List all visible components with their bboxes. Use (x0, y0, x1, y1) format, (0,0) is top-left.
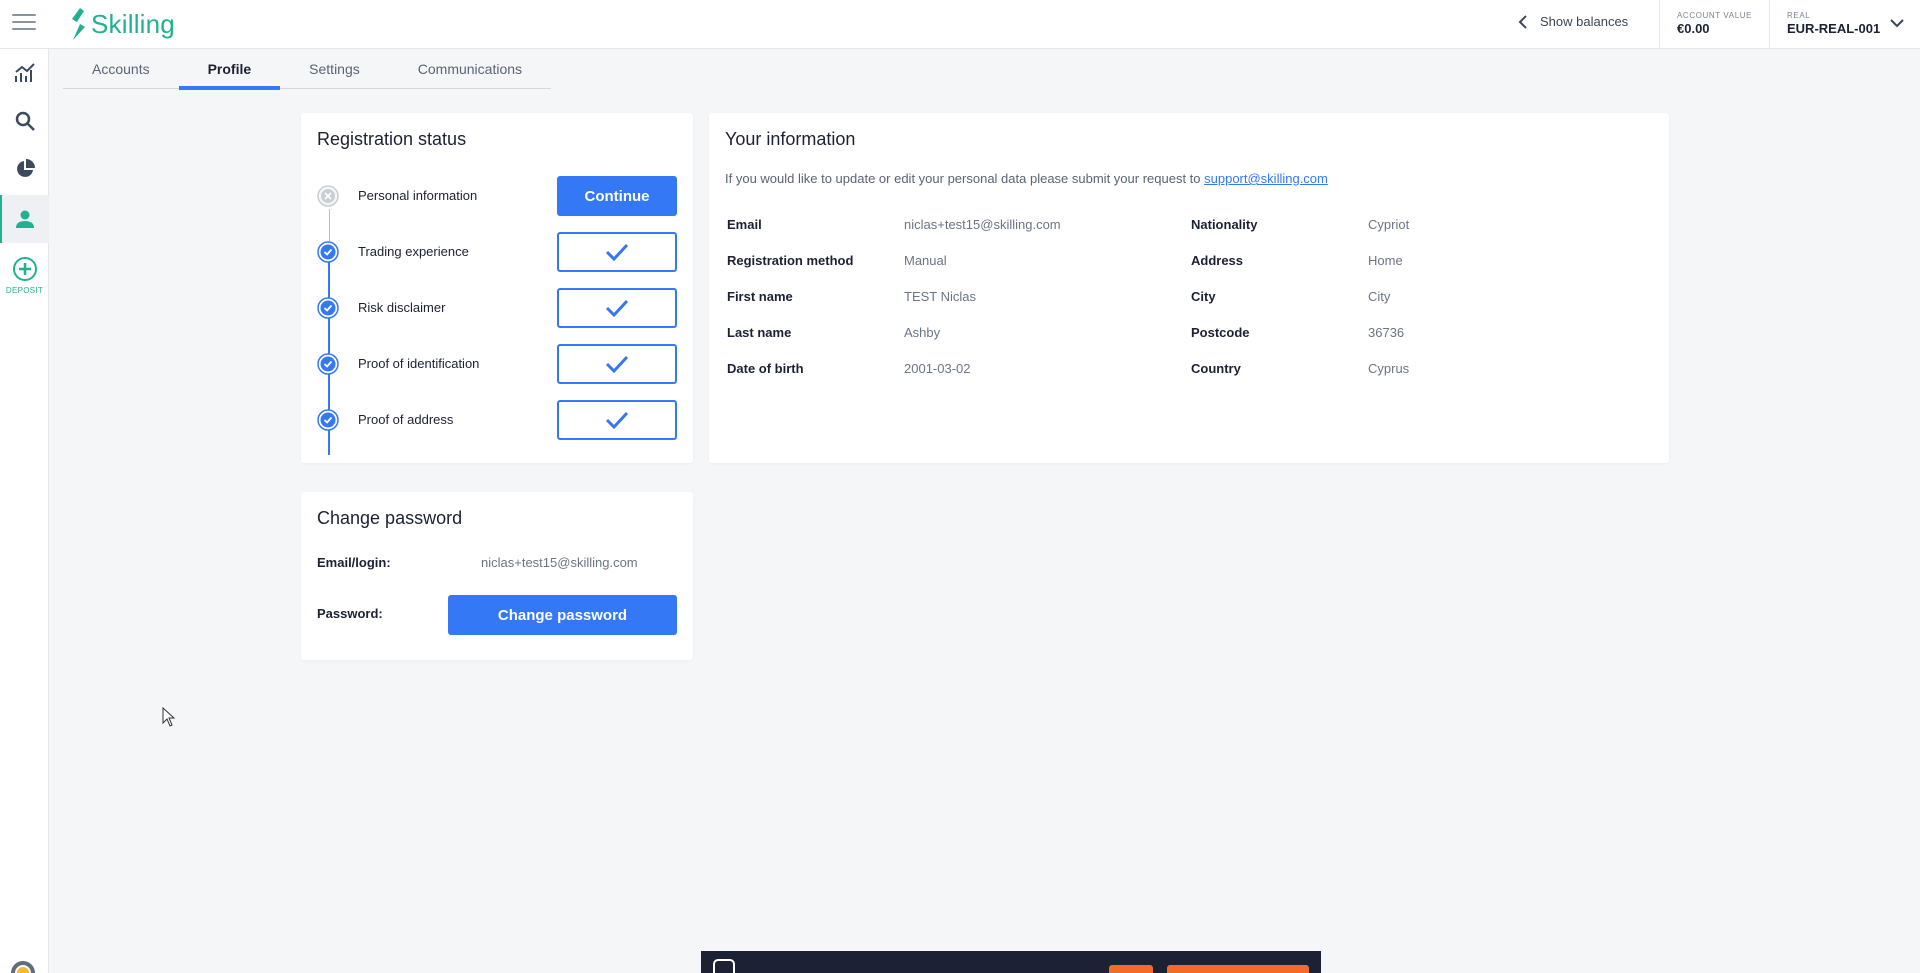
account-value-label: ACCOUNT VALUE (1677, 11, 1753, 20)
checkmark-icon (605, 355, 629, 373)
profile-tabs: Accounts Profile Settings Communications (63, 49, 552, 90)
app-icon (713, 959, 735, 973)
info-value: 2001-03-02 (904, 361, 971, 376)
info-note-text: If you would like to update or edit your… (725, 171, 1205, 186)
deposit-button[interactable]: DEPOSIT (0, 256, 49, 306)
check-circle-icon (317, 409, 339, 431)
tab-communications[interactable]: Communications (389, 49, 551, 89)
registration-step: Proof of identification (317, 344, 677, 384)
info-note: If you would like to update or edit your… (725, 171, 1328, 186)
step-label: Risk disclaimer (358, 300, 446, 315)
info-label: City (1191, 289, 1216, 304)
account-id: EUR-REAL-001 (1787, 21, 1881, 36)
account-value: ACCOUNT VALUE €0.00 (1677, 11, 1752, 36)
info-label: Date of birth (727, 361, 804, 376)
info-value: niclas+test15@skilling.com (904, 217, 1061, 232)
chevron-left-icon (1518, 14, 1527, 29)
info-value: Cyprus (1368, 361, 1410, 376)
your-information-card: Your information If you would like to up… (709, 113, 1669, 463)
check-circle-icon (317, 241, 339, 263)
chart-line-icon (14, 63, 35, 82)
check-circle-icon (317, 297, 339, 319)
banner-action-button[interactable] (1167, 965, 1309, 973)
logo-text: Skilling (91, 8, 175, 39)
info-label: Address (1191, 253, 1244, 268)
info-value: Manual (904, 253, 947, 268)
step-label: Trading experience (358, 244, 469, 259)
info-value: Home (1368, 253, 1403, 268)
info-value: 36736 (1368, 325, 1405, 340)
tab-settings[interactable]: Settings (280, 49, 389, 89)
pending-step-icon (317, 185, 339, 207)
plus-circle-icon (12, 257, 37, 281)
sidebar: DEPOSIT (0, 49, 49, 973)
check-circle-icon (317, 353, 339, 375)
user-icon (15, 210, 34, 228)
deposit-label: DEPOSIT (5, 286, 44, 295)
checkmark-icon (605, 299, 629, 317)
registration-status-card: Registration status Personal information… (301, 113, 693, 463)
divider (1659, 0, 1660, 49)
skilling-logo-icon (72, 8, 85, 40)
risk-disclaimer-complete-button[interactable] (557, 288, 677, 328)
info-label: Last name (727, 325, 792, 340)
tab-accounts[interactable]: Accounts (63, 49, 179, 89)
top-bar: Skilling Show balances ACCOUNT VALUE €0.… (0, 0, 1920, 49)
your-information-title: Your information (725, 129, 856, 149)
show-balances-label: Show balances (1540, 14, 1629, 29)
banner-button[interactable] (1109, 965, 1153, 973)
account-value-amount: €0.00 (1677, 21, 1710, 36)
support-email-link[interactable]: support@skilling.com (1204, 171, 1328, 186)
change-password-card: Change password Email/login: niclas+test… (301, 492, 693, 660)
email-login-value: niclas+test15@skilling.com (481, 555, 638, 570)
info-value: Ashby (904, 325, 941, 340)
tab-profile[interactable]: Profile (178, 49, 281, 90)
registration-step: Trading experience (317, 232, 677, 272)
step-label: Proof of identification (358, 356, 480, 371)
sidebar-item-markets[interactable] (0, 49, 49, 97)
account-selector[interactable]: REAL EUR-REAL-001 (1787, 11, 1907, 36)
bottom-banner (701, 951, 1321, 973)
pie-chart-icon (16, 159, 35, 177)
trading-experience-complete-button[interactable] (557, 232, 677, 272)
change-password-title: Change password (317, 508, 463, 528)
info-value: City (1368, 289, 1391, 304)
checkmark-icon (605, 411, 629, 429)
chevron-down-icon[interactable] (1890, 18, 1904, 28)
change-password-button[interactable]: Change password (448, 595, 677, 635)
email-login-label: Email/login: (317, 555, 391, 570)
menu-icon[interactable] (12, 14, 36, 34)
registration-step: Proof of address (317, 400, 677, 440)
proof-of-address-complete-button[interactable] (557, 400, 677, 440)
registration-step: Risk disclaimer (317, 288, 677, 328)
mouse-cursor-icon (162, 707, 176, 727)
checkmark-icon (605, 243, 629, 261)
sun-icon (15, 965, 31, 973)
info-label: Email (727, 217, 762, 232)
step-label: Proof of address (358, 412, 454, 427)
sidebar-item-search[interactable] (0, 97, 49, 145)
registration-status-title: Registration status (317, 129, 467, 149)
show-balances-button[interactable]: Show balances (1518, 14, 1628, 29)
info-label: Postcode (1191, 325, 1250, 340)
step-label: Personal information (358, 188, 478, 203)
divider (1769, 0, 1770, 49)
info-label: First name (727, 289, 793, 304)
info-label: Country (1191, 361, 1241, 376)
account-type-label: REAL (1787, 11, 1811, 20)
search-icon (15, 111, 35, 131)
password-label: Password: (317, 606, 383, 621)
theme-toggle[interactable] (11, 961, 35, 973)
info-value: TEST Niclas (904, 289, 976, 304)
info-value: Cypriot (1368, 217, 1410, 232)
registration-step: Personal information Continue (317, 176, 677, 216)
info-label: Registration method (727, 253, 854, 268)
info-label: Nationality (1191, 217, 1258, 232)
sidebar-item-portfolio[interactable] (0, 145, 49, 193)
proof-of-identification-complete-button[interactable] (557, 344, 677, 384)
logo[interactable]: Skilling (68, 7, 175, 41)
sidebar-item-profile[interactable] (0, 195, 49, 243)
continue-button[interactable]: Continue (557, 176, 677, 216)
